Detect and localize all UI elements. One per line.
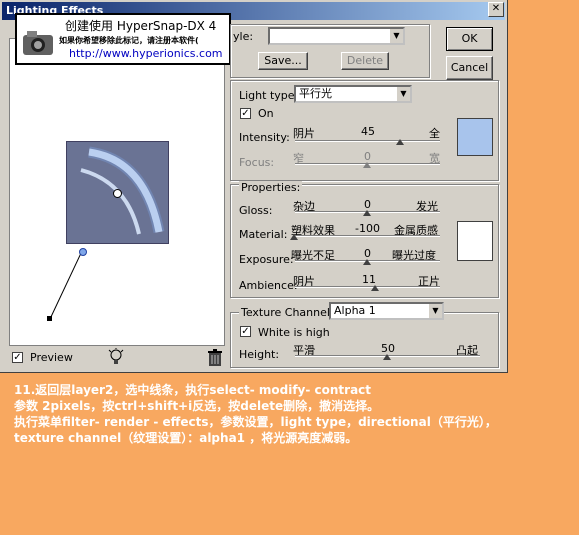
texture-channel-value: Alpha 1 bbox=[334, 304, 376, 317]
trash-icon[interactable] bbox=[207, 349, 223, 367]
cancel-button[interactable]: Cancel bbox=[446, 56, 493, 80]
exposure-label: Exposure: bbox=[239, 253, 294, 266]
texture-channel-select[interactable]: Alpha 1 ▼ bbox=[329, 302, 444, 320]
hypersnap-watermark: 创建使用 HyperSnap-DX 4 如果你希望移除此标记，请注册本软件( h… bbox=[15, 13, 231, 65]
watermark-line3[interactable]: http://www.hyperionics.com bbox=[69, 47, 223, 60]
focus-slider-thumb[interactable] bbox=[363, 162, 371, 168]
caption-line1: 11.返回层layer2，选中线条，执行select- modify- cont… bbox=[14, 383, 372, 397]
delete-button[interactable]: Delete bbox=[341, 52, 389, 70]
preview-image[interactable] bbox=[66, 141, 169, 244]
light-type-select[interactable]: 平行光 ▼ bbox=[294, 85, 412, 103]
material-value: -100 bbox=[355, 222, 380, 235]
height-label: Height: bbox=[239, 348, 280, 361]
ok-button[interactable]: OK bbox=[446, 27, 493, 51]
intensity-right-label: 全 bbox=[429, 127, 440, 140]
material-label: Material: bbox=[239, 228, 288, 241]
preview-area[interactable] bbox=[9, 38, 225, 346]
light-center-handle[interactable] bbox=[113, 189, 122, 198]
preview-checkbox[interactable]: ✓ bbox=[12, 352, 23, 363]
watermark-line2: 如果你希望移除此标记，请注册本软件( bbox=[59, 36, 199, 45]
caption-line4: texture channel（纹理设置）：alpha1 ，将光源亮度减弱。 bbox=[14, 431, 358, 445]
material-slider-thumb[interactable] bbox=[290, 234, 298, 240]
close-button[interactable]: ✕ bbox=[488, 2, 504, 17]
focus-label: Focus: bbox=[239, 156, 275, 169]
camera-icon bbox=[23, 31, 53, 55]
light-bulb-icon[interactable] bbox=[108, 348, 124, 366]
light-origin-handle[interactable] bbox=[47, 316, 52, 321]
material-slider-track[interactable] bbox=[295, 235, 440, 237]
style-select[interactable]: ▼ bbox=[268, 27, 405, 45]
height-slider-thumb[interactable] bbox=[383, 354, 391, 360]
exposure-slider-thumb[interactable] bbox=[363, 259, 371, 265]
light-on-label: On bbox=[258, 107, 274, 120]
chevron-down-icon: ▼ bbox=[428, 304, 442, 318]
ambience-label: Ambience: bbox=[239, 279, 298, 292]
light-type-label: Light type: bbox=[239, 89, 299, 102]
watermark-line1: 创建使用 HyperSnap-DX 4 bbox=[65, 19, 217, 33]
chevron-down-icon: ▼ bbox=[389, 29, 403, 43]
gloss-slider-thumb[interactable] bbox=[363, 210, 371, 216]
texture-channel-label: Texture Channel: bbox=[239, 306, 336, 319]
save-button[interactable]: Save... bbox=[258, 52, 308, 70]
properties-title: Properties: bbox=[239, 181, 303, 194]
light-color-swatch[interactable] bbox=[457, 118, 493, 156]
lighting-effects-dialog: Lighting Effects ✕ 创建使用 HyperSnap-DX 4 如… bbox=[0, 0, 508, 373]
light-on-checkbox[interactable]: ✓ bbox=[240, 108, 251, 119]
intensity-value: 45 bbox=[361, 125, 375, 138]
white-is-high-label: White is high bbox=[258, 326, 330, 339]
intensity-label: Intensity: bbox=[239, 131, 290, 144]
caption-line3: 执行菜单filter- render - effects，参数设置，light … bbox=[14, 415, 497, 429]
light-direction-handle[interactable] bbox=[79, 248, 87, 256]
intensity-slider-thumb[interactable] bbox=[396, 139, 404, 145]
intensity-slider-track[interactable] bbox=[295, 140, 440, 142]
ambience-slider-track[interactable] bbox=[295, 286, 440, 288]
ambience-color-swatch[interactable] bbox=[457, 221, 493, 261]
ambience-slider-thumb[interactable] bbox=[371, 285, 379, 291]
intensity-left-label: 阴片 bbox=[293, 127, 315, 140]
caption-line2: 参数 2pixels，按ctrl+shift+i反选，按delete删除，撤消选… bbox=[14, 399, 380, 413]
style-label: yle: bbox=[233, 30, 254, 43]
light-type-value: 平行光 bbox=[299, 87, 332, 100]
gloss-label: Gloss: bbox=[239, 204, 273, 217]
preview-label: Preview bbox=[30, 351, 73, 364]
white-is-high-checkbox[interactable]: ✓ bbox=[240, 326, 251, 337]
chevron-down-icon: ▼ bbox=[396, 87, 410, 101]
